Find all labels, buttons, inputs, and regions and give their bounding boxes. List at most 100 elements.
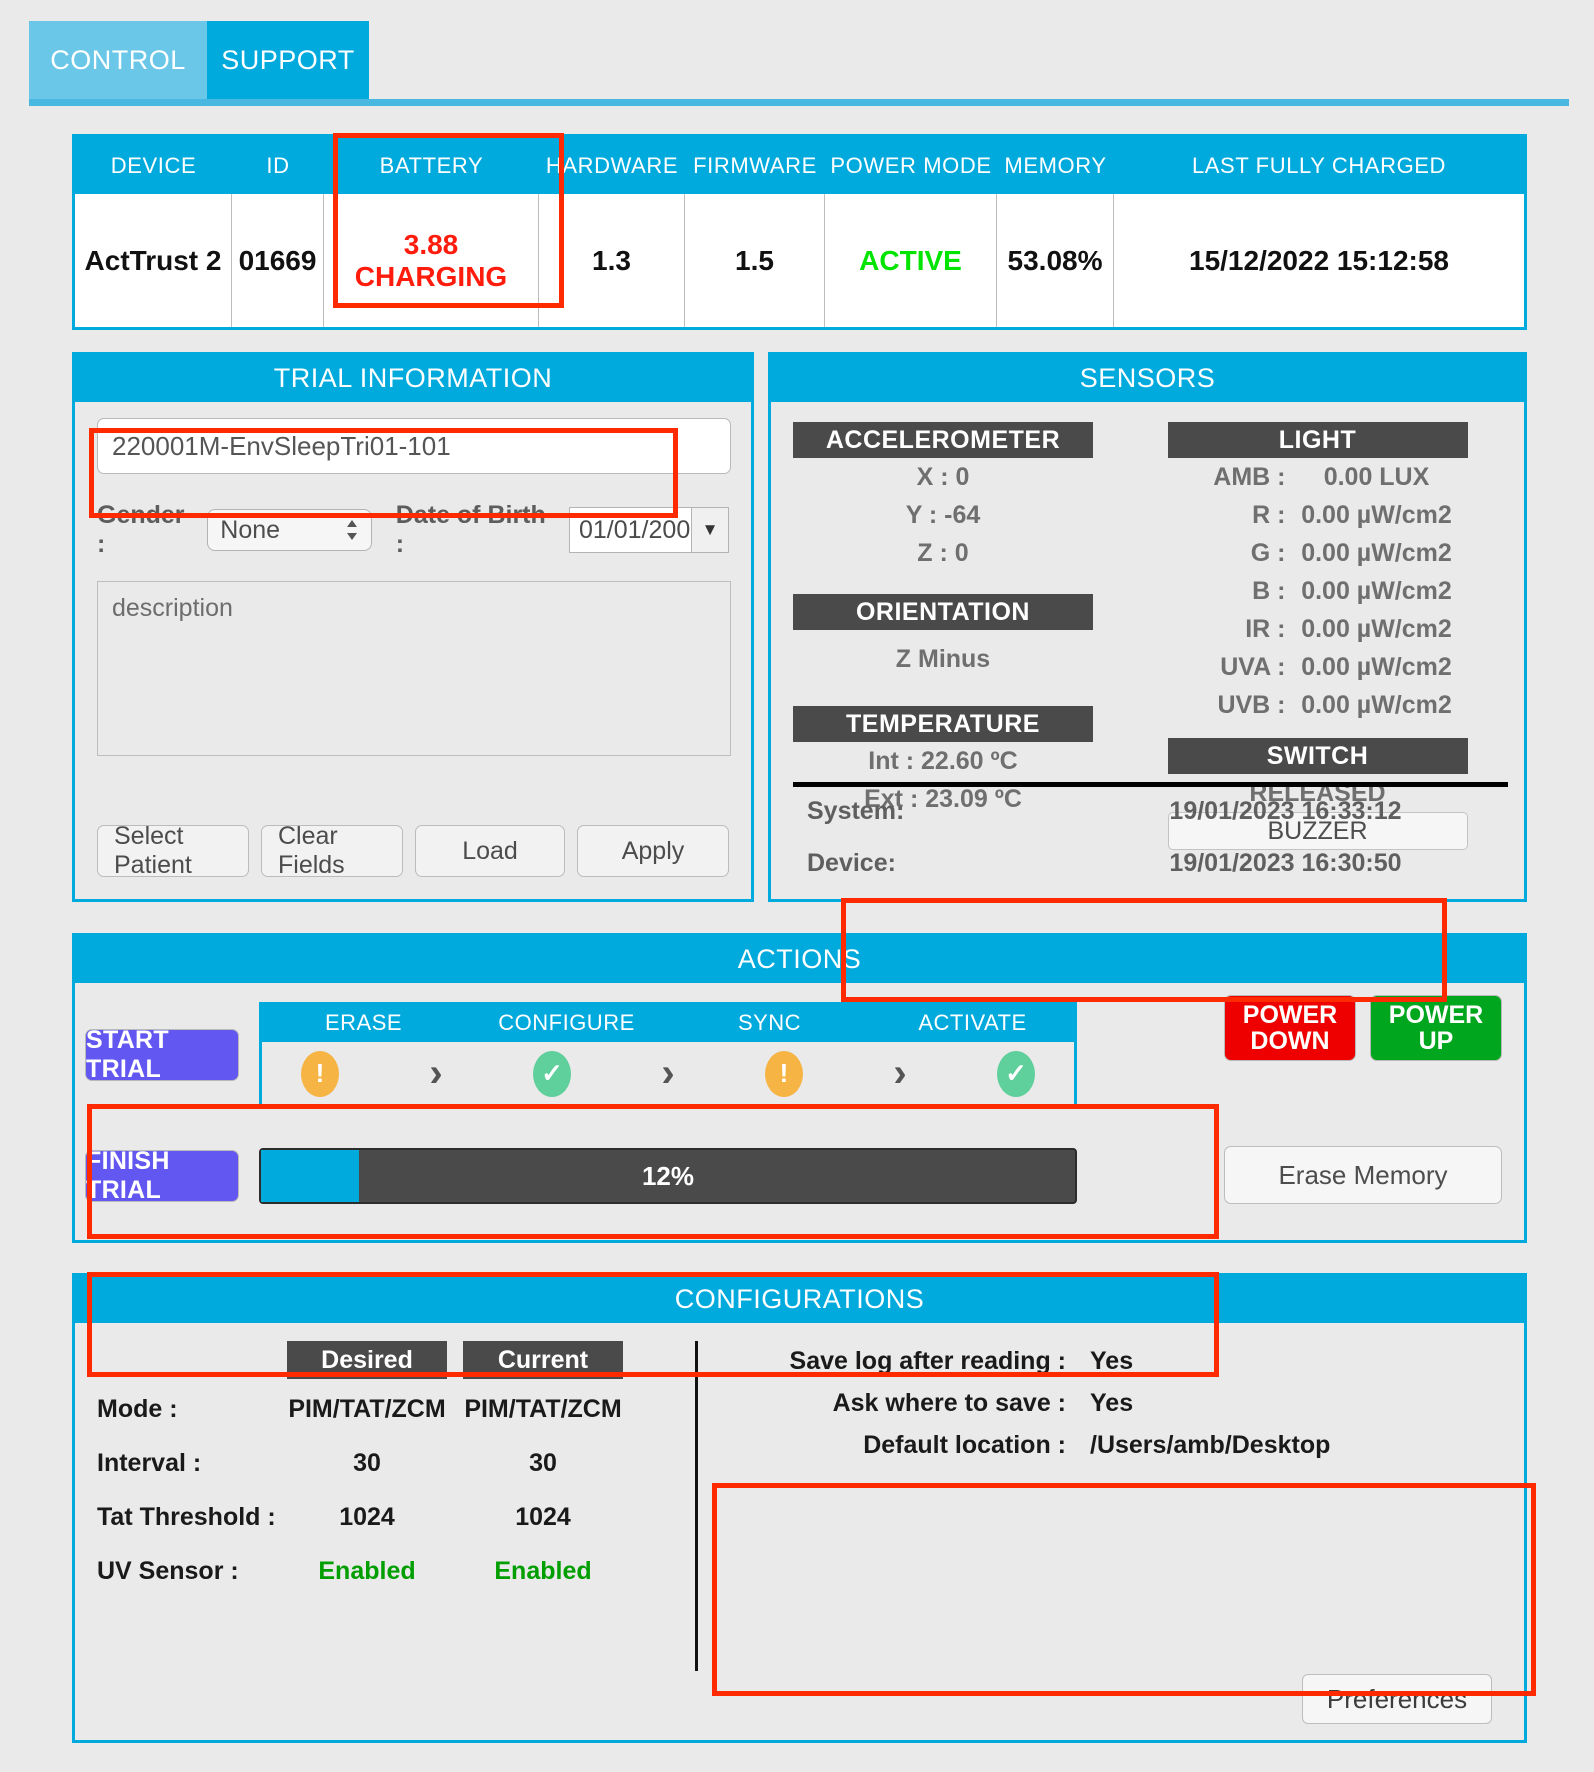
setting-value-default-location: /Users/amb/Desktop (1090, 1430, 1331, 1459)
description-textarea[interactable]: description (97, 581, 731, 756)
config-key-mode: Mode : (97, 1394, 178, 1423)
device-clock-value: 19/01/2023 16:30:50 (1169, 848, 1402, 877)
select-patient-button[interactable]: Select Patient (97, 822, 249, 879)
tab-support[interactable]: SUPPORT (207, 21, 369, 99)
light-row-ir: IR : 0.00 µW/cm2 (1168, 610, 1468, 648)
erase-memory-button[interactable]: Erase Memory (1224, 1146, 1502, 1204)
col-hardware: HARDWARE (545, 152, 679, 178)
accelerometer-z: Z : 0 (917, 538, 969, 567)
start-trial-row: START TRIAL ERASE CONFIGURE SYNC ACTIVAT… (85, 995, 1097, 1115)
config-desired-tat-threshold: 1024 (339, 1502, 395, 1531)
power-button-group: POWER DOWN POWER UP (1224, 995, 1502, 1061)
trial-information-panel: TRIAL INFORMATION 220001M-EnvSleepTri01-… (72, 352, 754, 902)
tab-underline (29, 99, 1569, 106)
config-key-tat-threshold: Tat Threshold : (97, 1502, 276, 1531)
step-sep-1: › (378, 1051, 494, 1096)
col-last-fully-charged: LAST FULLY CHARGED (1191, 152, 1447, 178)
preferences-button[interactable]: Preferences (1302, 1674, 1492, 1724)
cell-device: ActTrust 2 (75, 194, 232, 327)
progress-label: 12% (641, 1160, 695, 1191)
config-current-interval: 30 (529, 1448, 557, 1477)
configurations-panel-title: CONFIGURATIONS (75, 1276, 1524, 1323)
system-clock-value: 19/01/2023 16:33:12 (1169, 796, 1402, 825)
chevron-right-icon: › (429, 1051, 443, 1095)
finish-trial-button[interactable]: FINISH TRIAL (85, 1147, 239, 1204)
col-firmware: FIRMWARE (693, 152, 817, 178)
light-row-amb: AMB : 0.00 LUX (1168, 458, 1468, 496)
chevron-down-icon[interactable]: ▼ (691, 507, 729, 553)
power-down-button[interactable]: POWER DOWN (1224, 995, 1356, 1061)
col-battery: BATTERY (379, 152, 484, 178)
gender-select[interactable]: None (207, 509, 372, 551)
config-key-uv-sensor: UV Sensor : (97, 1556, 239, 1585)
table-row: Tat Threshold : 1024 1024 (97, 1493, 677, 1541)
load-button[interactable]: Load (415, 825, 565, 877)
tab-bar: CONTROL SUPPORT (0, 0, 1594, 106)
apply-button[interactable]: Apply (577, 825, 729, 877)
accelerometer-y: Y : -64 (905, 500, 981, 529)
light-key-uvb: UVB : (1217, 690, 1286, 719)
light-row-r: R : 0.00 µW/cm2 (1168, 496, 1468, 534)
config-current-uv-sensor: Enabled (494, 1556, 592, 1585)
step-activate-cell: ✓ (958, 1050, 1074, 1097)
configurations-panel: CONFIGURATIONS Desired Current Mode : PI… (72, 1273, 1527, 1743)
configuration-table-header: Desired Current (287, 1341, 677, 1379)
step-sep-3: › (842, 1051, 958, 1096)
sensors-panel: SENSORS ACCELEROMETER X : 0 Y : -64 Z : … (768, 352, 1527, 902)
config-current-mode: PIM/TAT/ZCM (464, 1394, 622, 1423)
light-row-uva: UVA : 0.00 µW/cm2 (1168, 648, 1468, 686)
light-value-b: 0.00 µW/cm2 (1301, 576, 1452, 605)
setting-save-log: Save log after reading : Yes (716, 1341, 1502, 1381)
accelerometer-values: X : 0 Y : -64 Z : 0 (793, 458, 1148, 572)
col-memory: MEMORY (1004, 152, 1107, 178)
config-current-tat-threshold: 1024 (515, 1502, 571, 1531)
setting-default-location: Default location : /Users/amb/Desktop (716, 1425, 1502, 1465)
col-current: Current (463, 1341, 623, 1379)
light-value-uva: 0.00 µW/cm2 (1301, 652, 1452, 681)
actions-panel-title: ACTIONS (75, 936, 1524, 983)
gender-select-value: None (220, 515, 281, 544)
device-table-header: DEVICE ID BATTERY HARDWARE FIRMWARE POWE… (75, 137, 1524, 194)
dob-input[interactable]: 01/01/2000 (569, 507, 704, 553)
accelerometer-x: X : 0 (916, 462, 970, 491)
sensors-panel-title: SENSORS (771, 355, 1524, 402)
trial-panel-title: TRIAL INFORMATION (75, 355, 751, 402)
system-clock-label: System: (807, 796, 905, 825)
trial-panel-body: 220001M-EnvSleepTri01-101 Gender : None … (75, 402, 751, 899)
start-trial-button[interactable]: START TRIAL (85, 1026, 239, 1083)
clear-fields-button[interactable]: Clear Fields (261, 822, 403, 879)
col-device: DEVICE (110, 152, 197, 178)
step-configure-cell: ✓ (494, 1050, 610, 1097)
setting-value-ask-where: Yes (1090, 1388, 1134, 1417)
light-key-b: B : (1252, 576, 1286, 605)
orientation-header: ORIENTATION (793, 594, 1093, 630)
table-row: Mode : PIM/TAT/ZCM PIM/TAT/ZCM (97, 1385, 677, 1433)
dob-field-group[interactable]: 01/01/2000 ▼ (569, 507, 729, 553)
power-up-button[interactable]: POWER UP (1370, 995, 1502, 1061)
gender-dob-row: Gender : None Date of Birth : 01/01/2000… (97, 501, 729, 559)
light-row-g: G : 0.00 µW/cm2 (1168, 534, 1468, 572)
cell-power-mode: ACTIVE (825, 194, 997, 327)
step-sep-2: › (610, 1051, 726, 1096)
cell-firmware: 1.5 (685, 194, 825, 327)
light-key-ir: IR : (1245, 614, 1286, 643)
config-desired-interval: 30 (353, 1448, 381, 1477)
trial-name-input[interactable]: 220001M-EnvSleepTri01-101 (97, 418, 731, 474)
actions-panel: ACTIONS START TRIAL ERASE CONFIGURE SYNC… (72, 933, 1527, 1243)
light-key-r: R : (1252, 500, 1286, 529)
accelerometer-header: ACCELEROMETER (793, 422, 1093, 458)
light-value-uvb: 0.00 µW/cm2 (1301, 690, 1452, 719)
step-label-activate: ACTIVATE (918, 1010, 1027, 1035)
step-label-sync: SYNC (737, 1010, 802, 1035)
setting-ask-where-to-save: Ask where to save : Yes (716, 1383, 1502, 1423)
table-row: UV Sensor : Enabled Enabled (97, 1547, 677, 1595)
light-value-ir: 0.00 µW/cm2 (1301, 614, 1452, 643)
cell-last-fully-charged: 15/12/2022 15:12:58 (1189, 244, 1449, 276)
device-clock-label: Device: (807, 848, 896, 877)
orientation-value: Z Minus (895, 644, 991, 673)
setting-value-save-log: Yes (1090, 1346, 1134, 1375)
temperature-internal: Int : 22.60 ºC (868, 746, 1018, 775)
config-desired-uv-sensor: Enabled (318, 1556, 416, 1585)
tab-control[interactable]: CONTROL (29, 21, 207, 99)
step-erase-cell: ! (262, 1050, 378, 1097)
